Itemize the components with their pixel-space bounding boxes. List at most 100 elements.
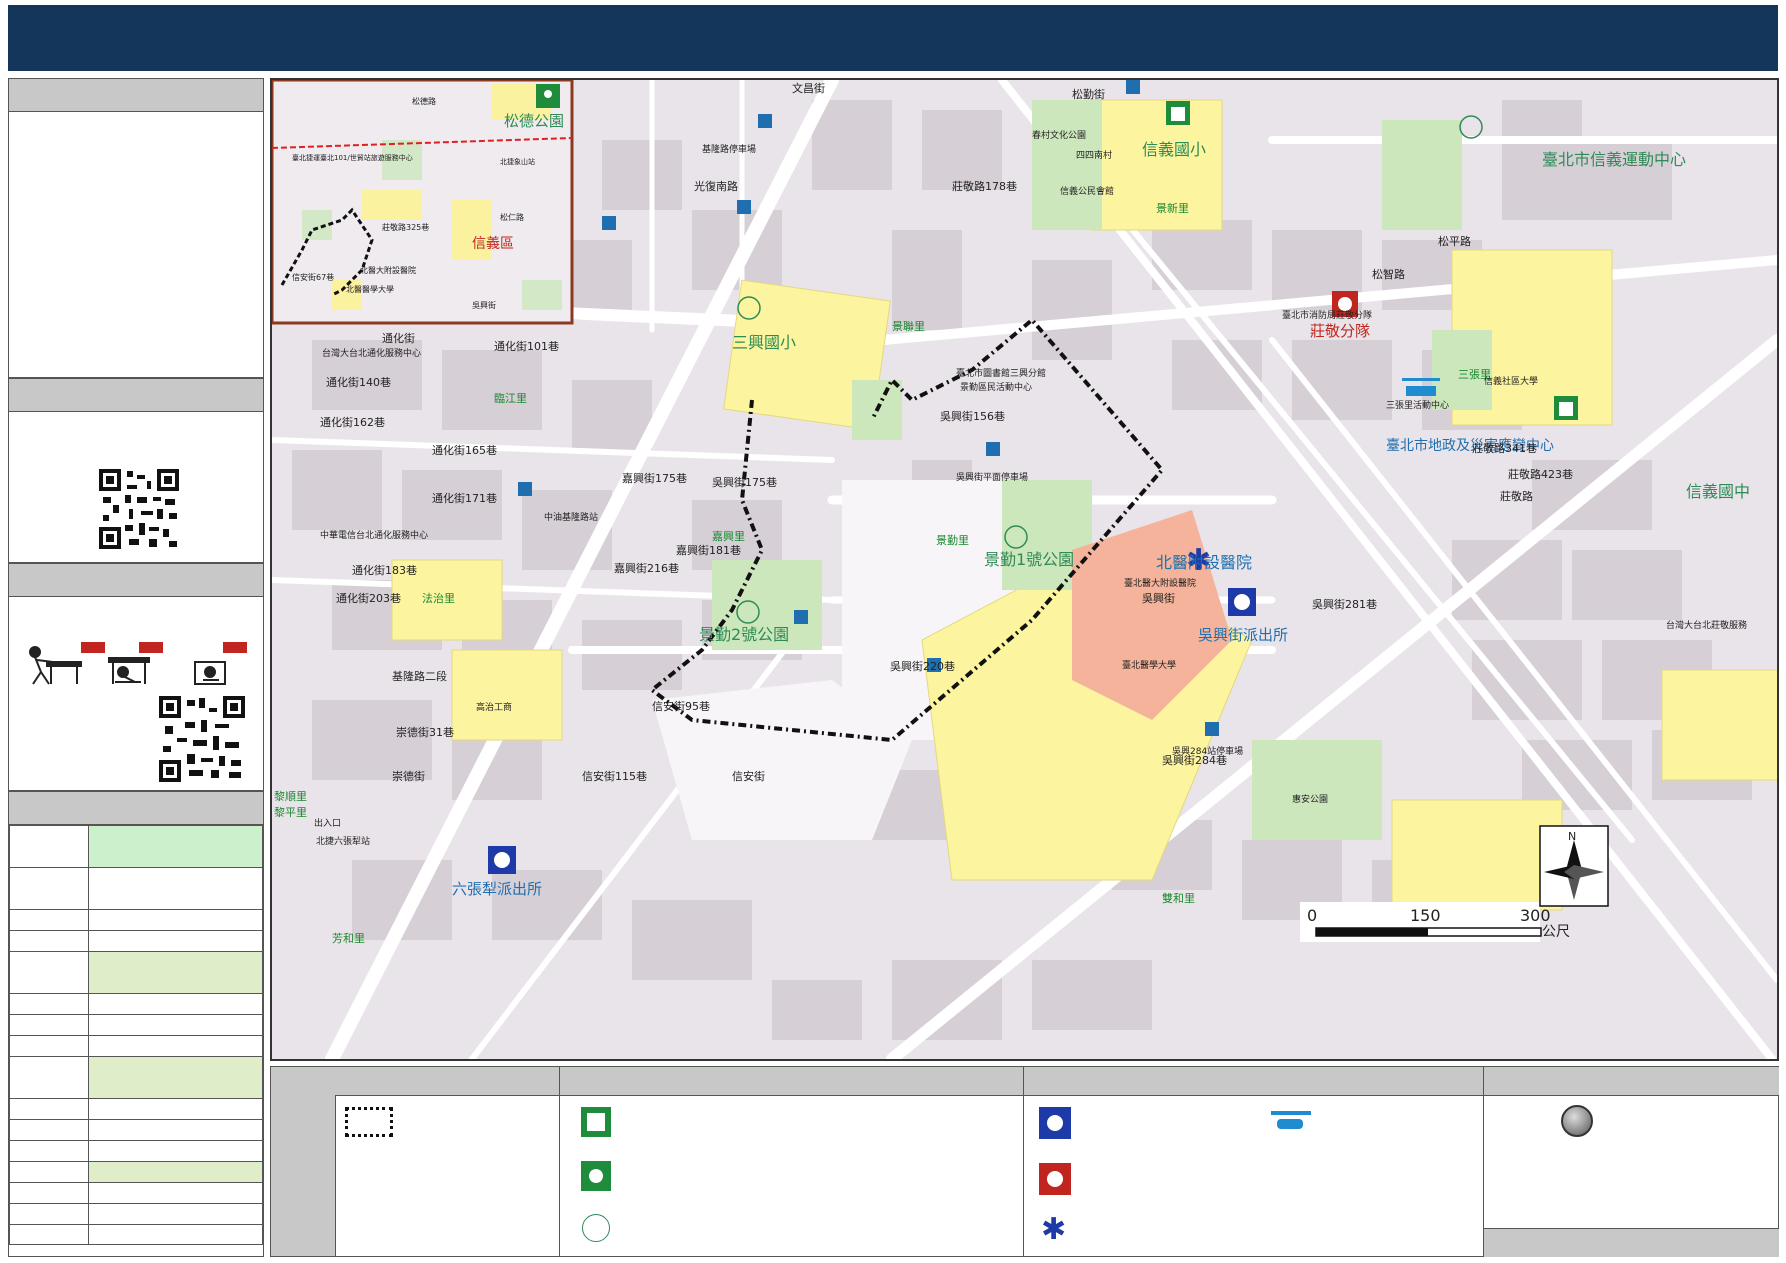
street-label: 吳興街175巷 xyxy=(712,475,777,489)
inset-label: 北醫大附設醫院 xyxy=(360,265,416,275)
street-label: 光復南路 xyxy=(694,179,738,193)
poi-label: 臺北市消防局莊敬分隊 xyxy=(1282,309,1372,321)
street-label: 吳興街220巷 xyxy=(890,659,955,673)
street-label: 松平路 xyxy=(1438,234,1471,248)
poi-label: 北捷六張犁站 xyxy=(316,835,370,847)
park-shelter-legend-icon xyxy=(581,1161,611,1191)
poi-label: 出入口 xyxy=(314,817,341,829)
street-label: 基隆路二段 xyxy=(392,669,447,683)
qr-panel xyxy=(8,378,264,563)
fire-label: 莊敬分隊 xyxy=(1310,322,1370,340)
scale-tick: 300 xyxy=(1520,906,1551,925)
hospital-legend-icon: ✱ xyxy=(1041,1212,1067,1247)
contact-table xyxy=(9,825,263,1245)
street-label: 松智路 xyxy=(1372,267,1405,281)
poi-label: 高治工商 xyxy=(476,701,512,713)
poi-label: 臺北市圖書館三興分館 xyxy=(956,367,1046,379)
village-label: 法治里 xyxy=(422,591,455,605)
inset-label: 吳興街 xyxy=(472,300,496,310)
info-panel xyxy=(8,78,264,378)
info-panel-header xyxy=(9,79,263,112)
contact-panel xyxy=(8,791,264,1257)
scale-tick: 0 xyxy=(1307,906,1317,925)
police-legend-icon xyxy=(1039,1107,1071,1139)
park-label: 臺北市信義運動中心 xyxy=(1542,150,1686,169)
map[interactable]: ✱ 松德公園 信義區 北醫大附設醫院 北醫醫學大學 臺北捷運臺北101/世貿站旅… xyxy=(270,78,1779,1061)
poi-label: 臺北醫學大學 xyxy=(1122,659,1176,671)
street-label: 信安街115巷 xyxy=(582,769,647,783)
poi-label: 四四南村 xyxy=(1076,149,1112,161)
qr-code-icon[interactable] xyxy=(159,696,245,782)
street-label: 吳興街 xyxy=(1142,591,1175,605)
safety-panel xyxy=(8,563,264,791)
poi-label: 中華電信台北通化服務中心 xyxy=(320,529,428,541)
police-label: 吳興街派出所 xyxy=(1198,626,1288,644)
park-label: 景勤1號公園 xyxy=(984,550,1074,569)
legend-header xyxy=(335,1067,1779,1096)
park-label: 景勤2號公園 xyxy=(699,625,789,644)
legend-divider xyxy=(559,1067,560,1256)
school-label: 三興國小 xyxy=(732,333,796,352)
poi-label: 三張里活動中心 xyxy=(1386,399,1449,411)
village-label: 黎平里 xyxy=(274,805,307,819)
street-label: 通化街 xyxy=(382,331,415,345)
hospital-label: 北醫附設醫院 xyxy=(1156,553,1252,572)
inset-label: 松德公園 xyxy=(504,112,564,130)
street-label: 莊敬路341巷 xyxy=(1472,442,1537,455)
school-icon[interactable] xyxy=(1554,396,1578,420)
street-label: 通化街162巷 xyxy=(320,415,385,429)
scale-tick: 150 xyxy=(1410,906,1441,925)
street-label: 莊敬路 xyxy=(1500,490,1533,503)
village-label: 景勤里 xyxy=(936,534,969,547)
north-label: N xyxy=(1568,830,1576,843)
helicopter-legend-icon xyxy=(1271,1111,1311,1133)
police-icon[interactable] xyxy=(488,846,516,874)
poi-label: 春村文化公園 xyxy=(1032,129,1086,141)
inset-label: 北醫醫學大學 xyxy=(346,284,394,294)
drop-cover-hold-icon xyxy=(29,642,247,685)
inset-label: 莊敬路325巷 xyxy=(382,222,429,232)
village-label: 景聯里 xyxy=(892,320,925,333)
poi-label: 吳興街平面停車場 xyxy=(956,471,1028,483)
inset-label: 松仁路 xyxy=(500,212,524,222)
qr-panel-header xyxy=(9,379,263,412)
reserve-shelter-legend-icon xyxy=(582,1214,610,1242)
street-label: 信安街95巷 xyxy=(652,699,710,713)
map-canvas[interactable]: ✱ 松德公園 信義區 北醫大附設醫院 北醫醫學大學 臺北捷運臺北101/世貿站旅… xyxy=(272,80,1777,1059)
inset-label: 信義區 xyxy=(472,235,514,252)
poi-label: 台灣大台北通化服務中心 xyxy=(322,347,421,359)
fire-legend-icon xyxy=(1039,1163,1071,1195)
helicopter-icon[interactable] xyxy=(1402,378,1440,396)
inset-label: 臺北捷運臺北101/世貿站旅遊服務中心 xyxy=(292,153,413,162)
village-label: 嘉興里 xyxy=(712,529,745,543)
poi-label: 惠安公園 xyxy=(1292,793,1328,805)
inset-label: 松德路 xyxy=(412,96,436,106)
street-label: 文昌街 xyxy=(792,81,825,95)
street-label: 吳興街281巷 xyxy=(1312,597,1377,611)
park-shelter-icon[interactable] xyxy=(536,84,560,108)
school-shelter-legend-icon xyxy=(581,1107,611,1137)
street-label: 莊敬路423巷 xyxy=(1508,468,1573,481)
qr-code-icon[interactable] xyxy=(99,469,179,549)
street-label: 莊敬路178巷 xyxy=(952,180,1017,193)
meeting-point-legend-icon xyxy=(1561,1105,1593,1137)
poi-label: 吳興284站停車場 xyxy=(1172,745,1243,757)
inset-label: 信安街67巷 xyxy=(292,272,334,282)
street-label: 嘉興街216巷 xyxy=(614,561,679,575)
village-label: 景新里 xyxy=(1156,201,1189,215)
street-label: 崇德街31巷 xyxy=(396,725,454,739)
street-label: 通化街165巷 xyxy=(432,443,497,457)
street-label: 嘉興街175巷 xyxy=(622,471,687,485)
poi-label: 景勤區民活動中心 xyxy=(960,381,1032,393)
street-label: 信安街 xyxy=(732,769,765,783)
police-icon[interactable] xyxy=(1228,588,1256,616)
school-label: 信義國中 xyxy=(1686,482,1750,501)
village-label: 芳和里 xyxy=(332,931,365,945)
street-label: 通化街183巷 xyxy=(352,563,417,577)
street-label: 崇德街 xyxy=(392,769,425,783)
school-icon[interactable] xyxy=(1166,101,1190,125)
street-label: 通化街203巷 xyxy=(336,591,401,605)
legend-side-header xyxy=(271,1067,336,1256)
street-label: 吳興街156巷 xyxy=(940,409,1005,423)
village-label: 黎順里 xyxy=(274,789,307,803)
